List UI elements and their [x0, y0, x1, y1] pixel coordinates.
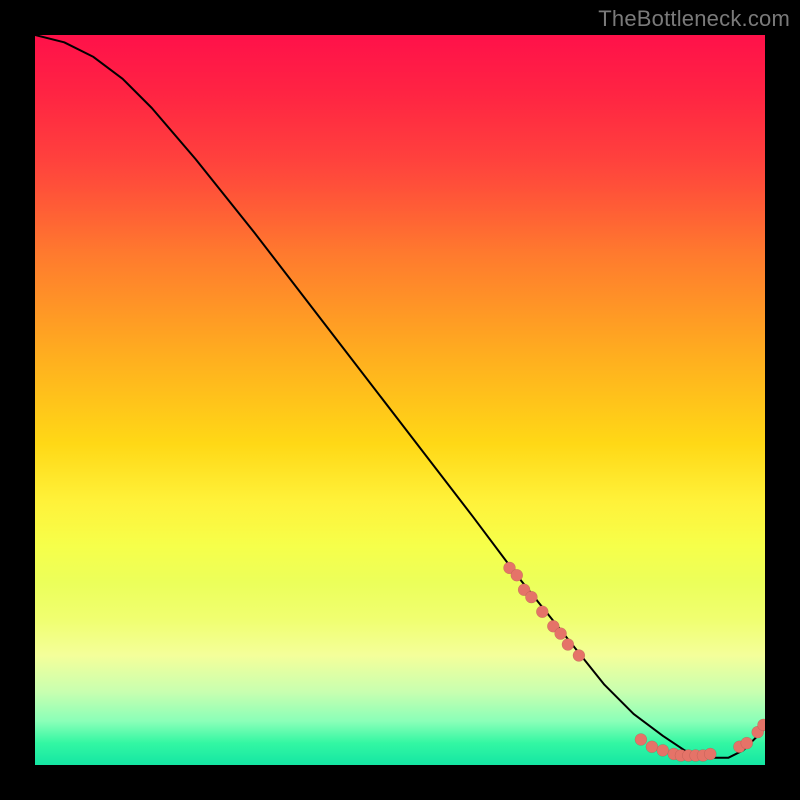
data-marker — [573, 650, 585, 662]
data-marker — [704, 748, 716, 760]
plot-area — [35, 35, 765, 765]
data-marker — [646, 741, 658, 753]
data-marker — [525, 591, 537, 603]
data-marker — [511, 569, 523, 581]
watermark-text: TheBottleneck.com — [598, 6, 790, 32]
chart-frame: TheBottleneck.com — [0, 0, 800, 800]
data-marker — [741, 737, 753, 749]
markers-group — [504, 562, 766, 762]
curve-svg — [35, 35, 765, 765]
bottleneck-curve — [35, 35, 765, 758]
data-marker — [536, 606, 548, 618]
data-marker — [555, 628, 567, 640]
data-marker — [657, 744, 669, 756]
data-marker — [635, 734, 647, 746]
data-marker — [562, 639, 574, 651]
